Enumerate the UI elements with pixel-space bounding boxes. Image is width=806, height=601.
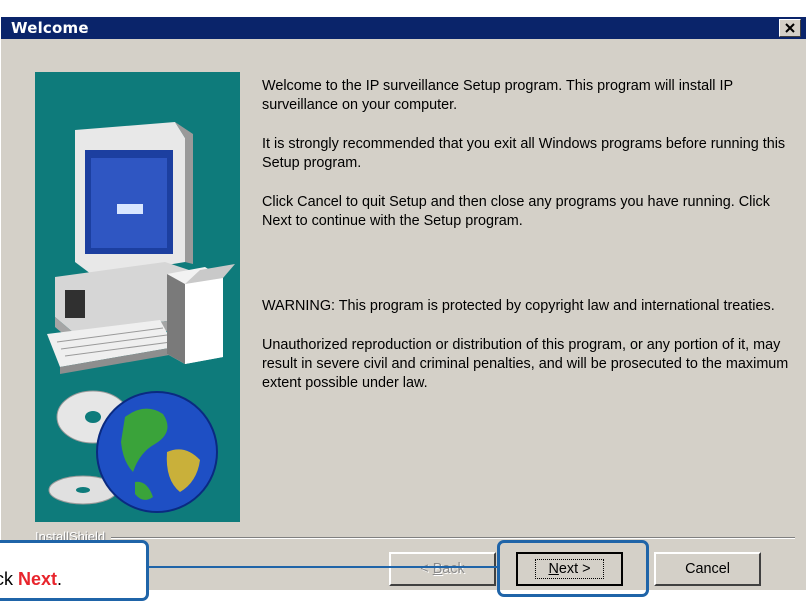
intro-paragraph: Welcome to the IP surveillance Setup pro… bbox=[262, 78, 733, 113]
callout-text: ck Next. bbox=[0, 569, 63, 589]
welcome-text: Welcome to the IP surveillance Setup pro… bbox=[262, 77, 792, 413]
back-button-label: < Back bbox=[420, 561, 465, 577]
setup-graphic bbox=[35, 72, 240, 522]
title-bar[interactable]: Welcome bbox=[1, 17, 806, 39]
recommendation-paragraph: It is strongly recommended that you exit… bbox=[262, 136, 786, 171]
globe-icon bbox=[96, 391, 218, 513]
window-title: Welcome bbox=[11, 19, 89, 37]
callout-connector bbox=[149, 566, 498, 568]
instruction-callout: ck Next. bbox=[0, 540, 149, 601]
warning-paragraph: WARNING: This program is protected by co… bbox=[262, 298, 775, 314]
close-icon bbox=[785, 23, 795, 33]
computer-icon bbox=[47, 122, 235, 374]
cancel-button-label: Cancel bbox=[685, 561, 730, 577]
setup-dialog: Welcome Welcome to the IP surveillance S… bbox=[0, 16, 806, 590]
legal-paragraph: Unauthorized reproduction or distributio… bbox=[262, 337, 789, 391]
next-button-highlight bbox=[497, 540, 649, 597]
divider-line bbox=[35, 537, 795, 539]
cancel-button[interactable]: Cancel bbox=[654, 552, 761, 586]
back-button[interactable]: < Back bbox=[389, 552, 496, 586]
installshield-divider: InstallShield bbox=[35, 529, 795, 545]
instructions-paragraph: Click Cancel to quit Setup and then clos… bbox=[262, 194, 770, 229]
close-button[interactable] bbox=[779, 19, 801, 37]
